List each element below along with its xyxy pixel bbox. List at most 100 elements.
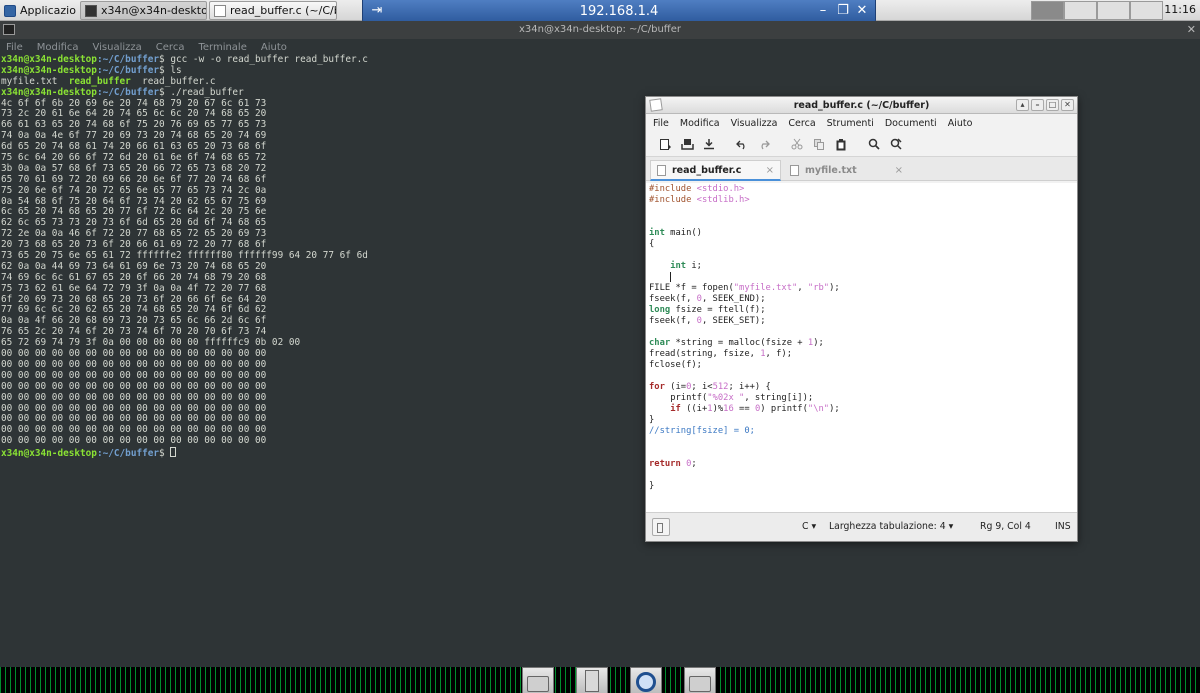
menu-file[interactable]: File bbox=[653, 118, 669, 129]
taskbar-terminal[interactable]: x34n@x34n-desktop: ~/... bbox=[80, 1, 207, 20]
menu-modifica[interactable]: Modifica bbox=[680, 118, 720, 129]
search-icon[interactable] bbox=[863, 134, 885, 154]
code-token: (i= bbox=[664, 382, 687, 392]
file-cabinet-icon bbox=[585, 670, 599, 692]
clock[interactable]: 11:16 bbox=[1164, 3, 1196, 16]
prompt-user: x34n@x34n-desktop bbox=[1, 54, 97, 65]
workspace-4[interactable] bbox=[1130, 1, 1163, 20]
workspace-switcher bbox=[1031, 1, 1163, 20]
copy-icon[interactable] bbox=[808, 134, 830, 154]
workspace-3[interactable] bbox=[1097, 1, 1130, 20]
tab-width-label: Larghezza tabulazione: 4 bbox=[829, 521, 946, 532]
minimize-icon[interactable]: – bbox=[1031, 99, 1044, 111]
close-tab-icon[interactable]: × bbox=[895, 165, 903, 176]
code-token: { bbox=[649, 239, 655, 249]
code-token: int bbox=[649, 228, 665, 238]
terminal-menubar: File Modifica Visualizza Cerca Terminale… bbox=[0, 39, 1200, 55]
language-selector[interactable]: C ▾ bbox=[802, 521, 816, 532]
toolbar-separator bbox=[852, 134, 863, 154]
workspace-2[interactable] bbox=[1064, 1, 1097, 20]
applications-label: Applicazioni bbox=[20, 4, 76, 17]
applications-icon bbox=[4, 4, 16, 17]
side-panel-toggle-icon[interactable] bbox=[652, 518, 670, 536]
toolbar-separator bbox=[720, 134, 731, 154]
dropdown-arrow-icon: ▾ bbox=[948, 521, 954, 532]
menu-terminale[interactable]: Terminale bbox=[198, 42, 246, 53]
dock-search[interactable] bbox=[630, 667, 662, 693]
tab-read-buffer-c[interactable]: read_buffer.c × bbox=[650, 160, 781, 181]
menu-visualizza[interactable]: Visualizza bbox=[93, 42, 142, 53]
code-line: int i; bbox=[649, 261, 1077, 272]
document-icon bbox=[790, 165, 799, 176]
code-token: FILE *f = fopen( bbox=[649, 283, 734, 293]
close-tab-icon[interactable]: × bbox=[766, 165, 774, 176]
workspace-1[interactable] bbox=[1031, 1, 1064, 20]
gedit-menubar: File Modifica Visualizza Cerca Strumenti… bbox=[646, 114, 1077, 132]
code-line: char *string = malloc(fsize + 1); bbox=[649, 338, 1077, 349]
dock-home-folder[interactable] bbox=[522, 667, 554, 693]
download-icon[interactable] bbox=[698, 134, 720, 154]
menu-arrow-icon[interactable]: ▴ bbox=[1016, 99, 1029, 111]
code-line bbox=[649, 272, 1077, 283]
code-token: fseek(f, bbox=[649, 316, 697, 326]
code-editor[interactable]: #include <stdio.h> #include <stdlib.h> i… bbox=[646, 183, 1077, 512]
code-line: fseek(f, 0, SEEK_SET); bbox=[649, 316, 1077, 327]
code-line: fclose(f); bbox=[649, 360, 1077, 371]
minimize-icon[interactable]: – bbox=[815, 3, 831, 19]
terminal-titlebar: x34n@x34n-desktop: ~/C/buffer ✕ bbox=[0, 21, 1200, 39]
text-caret bbox=[670, 272, 672, 282]
paste-icon[interactable] bbox=[830, 134, 852, 154]
menu-modifica[interactable]: Modifica bbox=[37, 42, 79, 53]
code-token: main() bbox=[664, 228, 702, 238]
pin-icon[interactable]: ⇥ bbox=[369, 3, 385, 19]
undo-icon[interactable] bbox=[731, 134, 753, 154]
applications-menu[interactable]: Applicazioni bbox=[0, 1, 76, 20]
maximize-icon[interactable]: □ bbox=[1046, 99, 1059, 111]
code-token: } bbox=[649, 481, 655, 491]
menu-cerca[interactable]: Cerca bbox=[156, 42, 185, 53]
code-token: , SEEK_END); bbox=[701, 294, 766, 304]
dock bbox=[522, 667, 716, 693]
menu-cerca[interactable]: Cerca bbox=[788, 118, 815, 129]
restore-icon[interactable]: ❐ bbox=[835, 3, 851, 19]
gedit-titlebar: read_buffer.c (~/C/buffer) ▴ – □ ✕ bbox=[646, 97, 1077, 114]
toolbar-separator bbox=[775, 134, 786, 154]
tab-width-selector[interactable]: Larghezza tabulazione: 4 ▾ bbox=[829, 521, 953, 532]
menu-documenti[interactable]: Documenti bbox=[885, 118, 937, 129]
code-token: ) printf( bbox=[760, 404, 808, 414]
taskbar-terminal-label: x34n@x34n-desktop: ~/... bbox=[101, 4, 207, 17]
remote-host-label: 192.168.1.4 bbox=[579, 3, 659, 19]
replace-icon[interactable] bbox=[885, 134, 907, 154]
close-icon[interactable]: ✕ bbox=[854, 3, 870, 19]
code-line: { bbox=[649, 239, 1077, 250]
dock-file-cabinet[interactable] bbox=[576, 667, 608, 693]
code-token: char bbox=[649, 338, 671, 348]
code-token: "myfile.txt" bbox=[733, 283, 798, 293]
code-token: 16 bbox=[723, 404, 734, 414]
taskbar-gedit[interactable]: read_buffer.c (~/C/buffer) bbox=[209, 1, 337, 20]
code-token: ; i< bbox=[691, 382, 713, 392]
menu-strumenti[interactable]: Strumenti bbox=[827, 118, 874, 129]
close-icon[interactable]: ✕ bbox=[1187, 21, 1196, 39]
close-icon[interactable]: ✕ bbox=[1061, 99, 1074, 111]
redo-icon[interactable] bbox=[753, 134, 775, 154]
cut-icon[interactable] bbox=[786, 134, 808, 154]
new-icon[interactable] bbox=[654, 134, 676, 154]
menu-file[interactable]: File bbox=[6, 42, 23, 53]
code-token: , string[i]); bbox=[744, 393, 814, 403]
menu-aiuto[interactable]: Aiuto bbox=[948, 118, 973, 129]
code-line: #include <stdio.h> bbox=[649, 184, 1077, 195]
menu-aiuto[interactable]: Aiuto bbox=[261, 42, 287, 53]
menu-visualizza[interactable]: Visualizza bbox=[731, 118, 778, 129]
tab-myfile-txt[interactable]: myfile.txt × bbox=[784, 160, 909, 181]
dock-folder[interactable] bbox=[684, 667, 716, 693]
code-token: int bbox=[670, 261, 687, 271]
save-icon[interactable] bbox=[676, 134, 698, 154]
ls-file: myfile.txt bbox=[1, 75, 69, 87]
